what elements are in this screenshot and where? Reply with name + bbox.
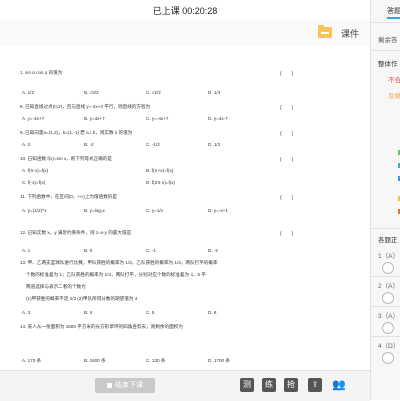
bottom-toolbar: 结束下课 测 练 抢 ⇪ 👥 [0, 370, 370, 401]
practice-tool-button[interactable]: 练 [262, 378, 276, 392]
course-bar: 课件 [0, 20, 370, 47]
top-bar: 已上课 00:20:28 [0, 0, 370, 21]
question-13-note-3: (1)甲获胜的概率不足 2/3 (2)甲队所得分数的期望值为 4 [26, 296, 138, 301]
divider [371, 336, 400, 337]
share-icon[interactable]: ⇪ [308, 378, 322, 392]
options-12: A. 1 B. 0 C. -1 D. -2 [22, 248, 218, 253]
answer-1[interactable]: 1（A） [378, 250, 399, 260]
question-14: 14. 某人从一张面积为 1500 平方米的长方形草坪的四角各剪去，则剩余的面积… [20, 324, 183, 329]
status-pass: 及格 [388, 93, 400, 100]
quiz-tool-button[interactable]: 测 [240, 378, 254, 392]
divider [371, 276, 400, 277]
answer-4-chart [382, 352, 394, 364]
exam-document: 1. sin α cos α 的值为 ( ) A. 1/2 B. √3/2 C. √… [0, 46, 370, 370]
divider [371, 22, 400, 23]
answer-1-chart [382, 262, 394, 274]
divider [371, 228, 400, 229]
options-9: A. 2 B. -2 C. -1/2 D. 1/2 [22, 142, 221, 147]
question-13: 13. 甲、乙两支篮球队进行比赛，甲队获胜的概率为 1/3，乙队获胜的概率为 1… [20, 260, 218, 265]
overall-status-title: 整体作 [378, 61, 398, 68]
options-14: A. 170 条 B. 1600 条 C. 130 条 D. 1700 条 [22, 358, 230, 363]
answer-3-chart [382, 322, 394, 334]
course-label[interactable]: 课件 [341, 27, 359, 40]
answers-title: 各题正 [378, 237, 398, 244]
folder-icon[interactable] [318, 25, 332, 38]
options-10b: C. f(-x)=f(x) D. f(2π-x)=f(x) [22, 180, 176, 185]
options-8: A. y=-4x+7 B. y=4x+7 C. y=-4x+7 D. y=4x-7 [22, 116, 228, 121]
stop-icon [107, 382, 112, 388]
answer-4[interactable]: 4（D） [378, 340, 399, 350]
class-timer: 已上课 00:20:28 [152, 6, 218, 16]
answer-bracket: ( ) [280, 231, 294, 237]
question-8: 8. 已知直线过点(0,2)，且与直线 y=-4x+3 平行，则直线的方程为 [20, 104, 151, 109]
tab-indicator [387, 17, 400, 19]
answer-sidebar: 答题 剩余答 整体作 不合 及格 各题正 1（A） 2（A） 3（A） 4（D） [370, 0, 400, 400]
options-11: A. y=(1/2)^x B. y=log₂x C. y=1/x D. y=-x+1 [22, 208, 228, 213]
answer-bracket: ( ) [280, 157, 294, 163]
students-icon[interactable]: 👥 [332, 378, 346, 392]
question-10: 10. 已知函数 f(x)=sin x，则下列等式正确的是 [20, 156, 113, 161]
answer-bracket: ( ) [280, 195, 294, 201]
answer-bracket: ( ) [280, 131, 294, 137]
answer-2[interactable]: 2（A） [378, 280, 399, 290]
end-class-button[interactable]: 结束下课 [95, 378, 155, 393]
question-11: 11. 下列函数中，在区间(0，+∞)上为增函数的是 [20, 194, 117, 199]
tab-answers[interactable]: 答题 [387, 6, 400, 16]
grab-tool-button[interactable]: 抢 [284, 378, 298, 392]
question-13-note-1: 个数的标准差为 1；乙队获胜的概率为 1/4，两队打平，分别对应个数的标准差为 … [26, 272, 206, 277]
answer-2-chart [382, 292, 394, 304]
question-9: 9. 已知向量a=(1,2)，b=(1,-1) 若 a⊥b，则实数 λ 的值为 [20, 130, 133, 135]
options-13: A. 3 B. 4 C. 5 D. 6 [22, 310, 217, 315]
question-13-note-2: 两道选择与表示二者的个数为 [26, 284, 86, 289]
options-10a: A. f(π-x)=f(x) B. f(π+x)=f(x) [22, 168, 174, 173]
answer-bracket: ( ) [280, 105, 294, 111]
status-fail: 不合 [388, 77, 400, 84]
question-1: 1. sin α cos α 的值为 [20, 70, 63, 75]
answer-bracket: ( ) [280, 71, 294, 77]
remaining-label: 剩余答 [378, 37, 398, 44]
divider [371, 50, 400, 51]
divider [371, 306, 400, 307]
question-12: 12. 已知实数 x，y 满足约束条件，则 z=x-y 的最大值是 [20, 230, 132, 235]
answer-3[interactable]: 3（A） [378, 310, 399, 320]
options-1: A. 1/2 B. √3/2 C. √2/2 D. 1/4 [22, 90, 221, 95]
